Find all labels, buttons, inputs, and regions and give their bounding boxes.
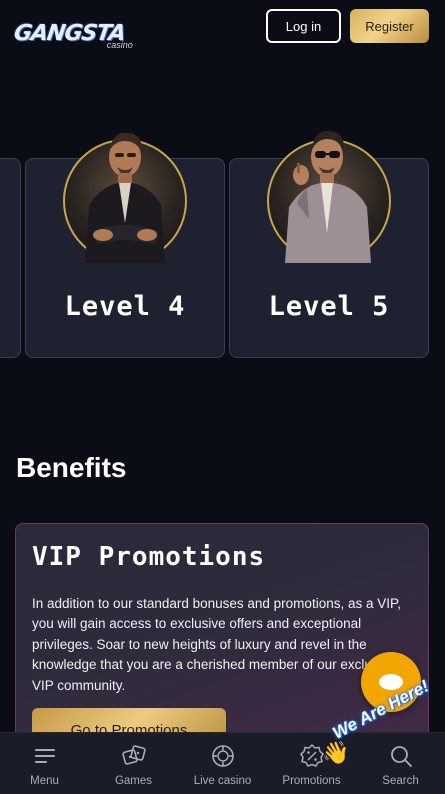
discount-badge-icon — [299, 743, 324, 767]
logo[interactable]: GANGSTA casino — [12, 6, 133, 50]
nav-item-games[interactable]: Games — [90, 743, 178, 787]
level-4-avatar — [63, 123, 187, 263]
login-button[interactable]: Log in — [266, 9, 341, 43]
level-5-label: Level 5 — [268, 291, 390, 322]
nav-label-live-casino: Live casino — [193, 775, 252, 787]
search-icon — [390, 746, 412, 767]
level-card-5[interactable]: Level 5 — [229, 130, 429, 358]
header-actions: Log in Register — [266, 9, 429, 43]
header: GANGSTA casino Log in Register — [0, 0, 445, 52]
menu-icon — [34, 749, 55, 763]
bottom-nav: Menu Games Live casino Promotions Search — [0, 732, 445, 794]
nav-item-live-casino[interactable]: Live casino — [179, 743, 267, 787]
chip-icon — [211, 745, 234, 767]
logo-text: GANGSTA — [12, 21, 127, 46]
level-card-previous[interactable] — [0, 158, 21, 358]
waving-hand-icon: 👋 — [322, 740, 350, 765]
level-5-avatar — [267, 123, 391, 263]
vip-promotions-title: VIP Promotions — [32, 542, 266, 572]
level-card-4[interactable]: Level 4 — [25, 132, 225, 358]
nav-item-menu[interactable]: Menu — [1, 743, 89, 787]
dice-icon — [121, 745, 146, 765]
nav-label-promotions: Promotions — [282, 775, 341, 787]
vip-page: GANGSTA casino Log in Register Level 4 L… — [0, 0, 445, 794]
nav-label-games: Games — [114, 775, 153, 787]
nav-label-search: Search — [382, 775, 419, 787]
nav-label-menu: Menu — [30, 775, 59, 787]
register-button[interactable]: Register — [350, 9, 429, 43]
level-4-label: Level 4 — [64, 291, 186, 322]
nav-item-search[interactable]: Search — [357, 743, 445, 787]
benefits-heading: Benefits — [16, 452, 127, 483]
